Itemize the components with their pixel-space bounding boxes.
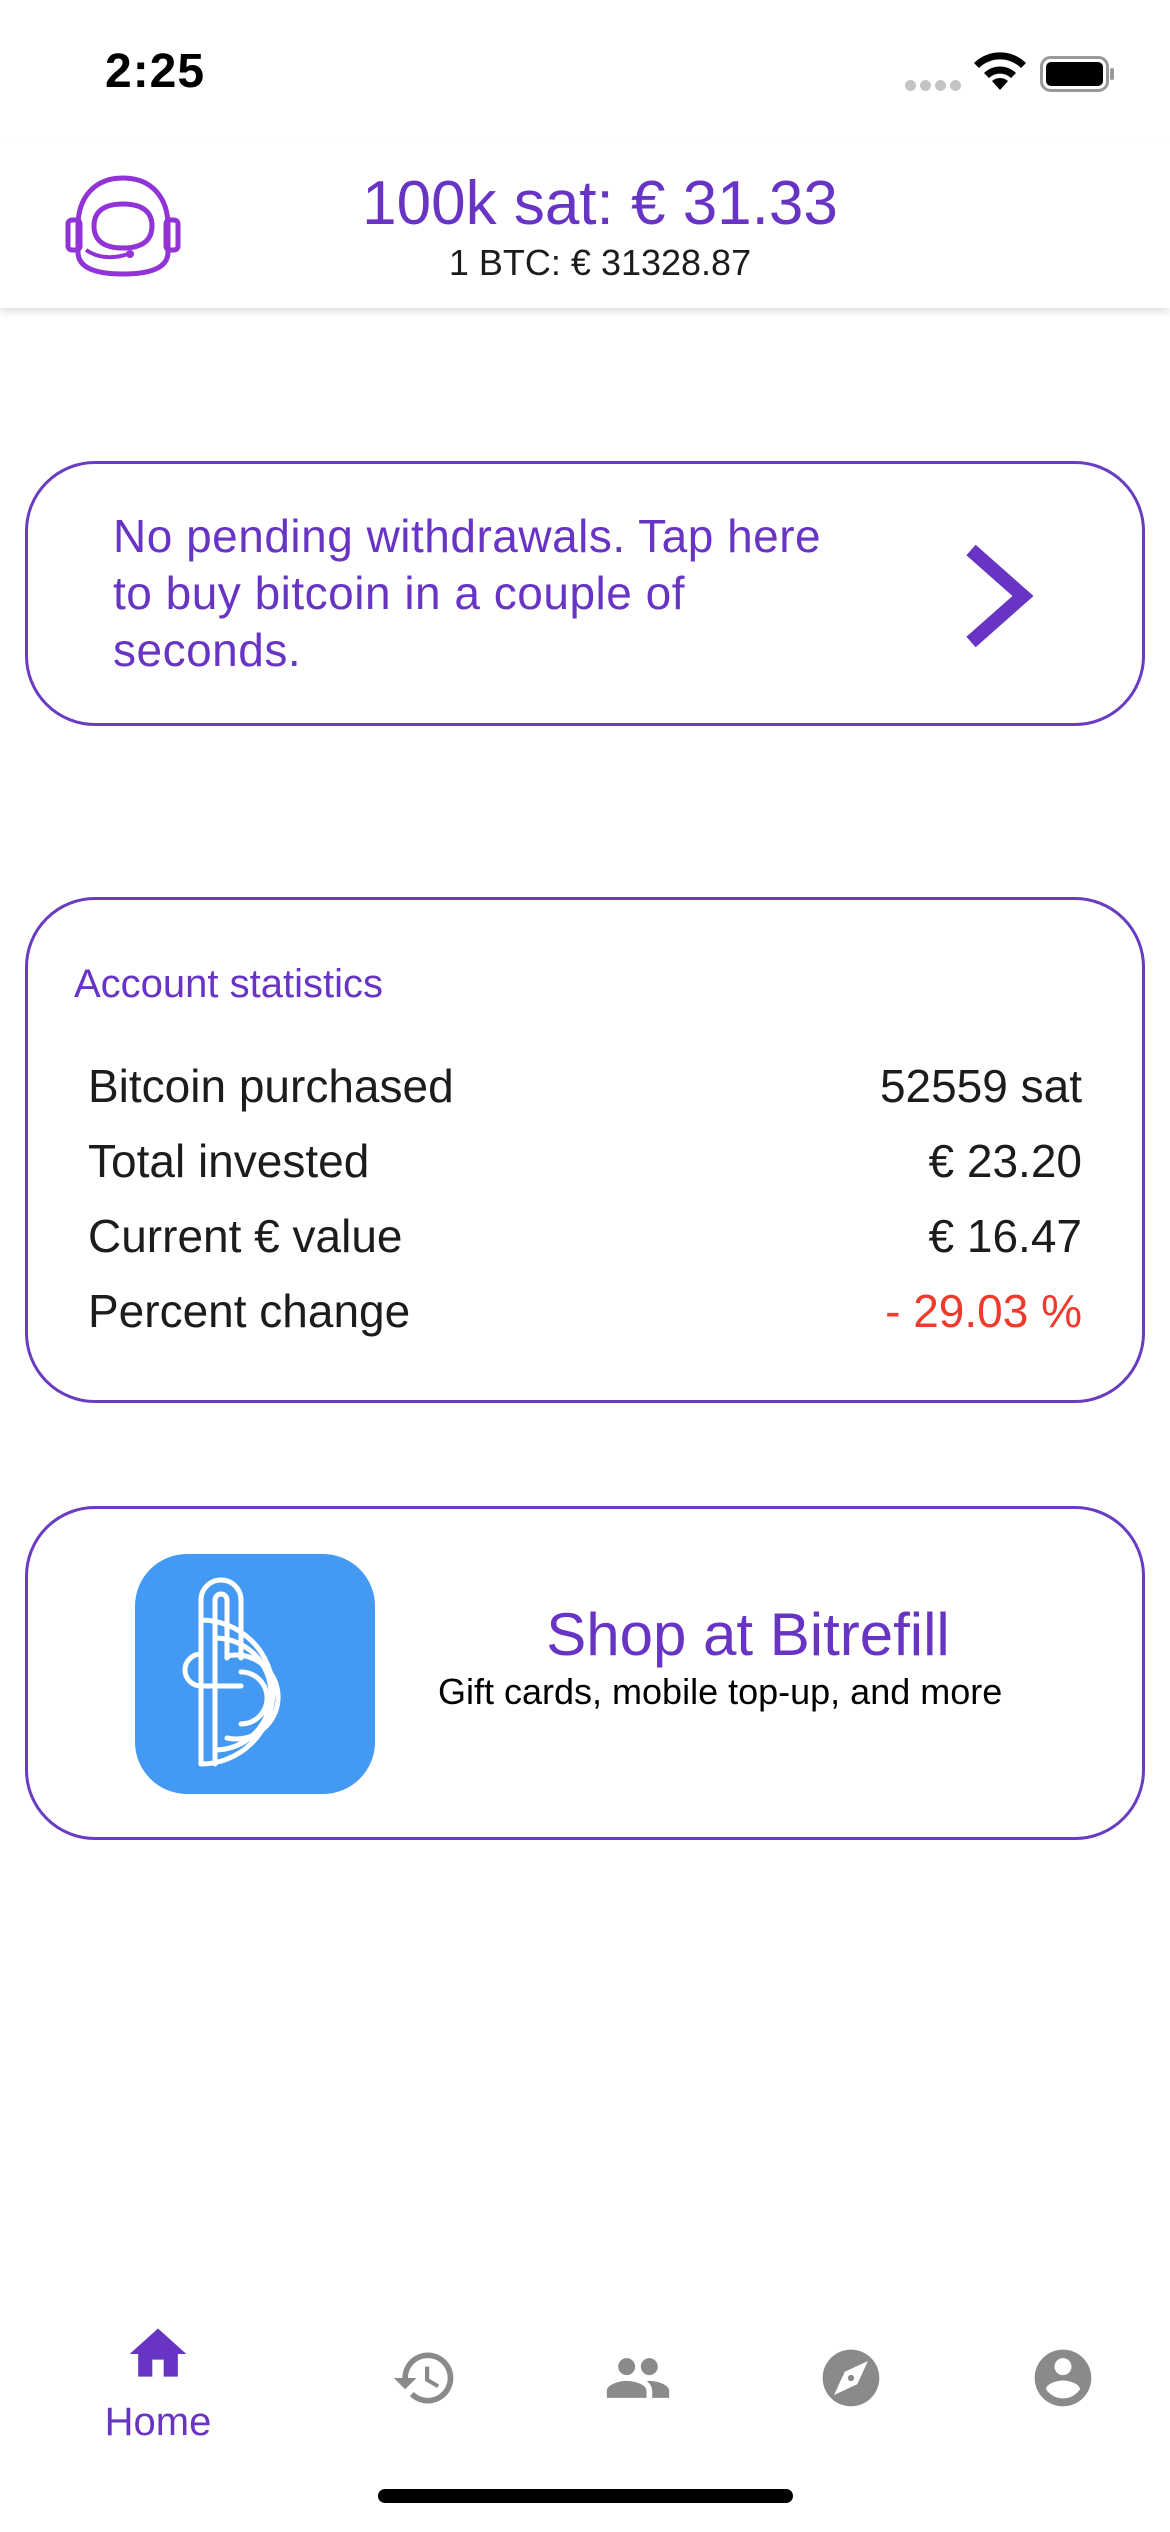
battery-icon (1040, 56, 1114, 92)
percent-change-value: - 29.03 % (885, 1284, 1082, 1337)
compass-icon (822, 2349, 880, 2407)
tab-home[interactable]: Home (88, 2320, 228, 2460)
bitrefill-logo-icon (135, 1554, 375, 1794)
tab-explore[interactable] (781, 2320, 921, 2460)
sat-price: 100k sat: € 31.33 (362, 169, 838, 238)
stat-row: Current € value € 16.47 (88, 1198, 1082, 1273)
stat-label: Bitcoin purchased (88, 1059, 454, 1112)
home-screen: 2:25 100k sat: € 31.33 1 BTC: € 31328.87 (0, 0, 1170, 2532)
stat-value: € 16.47 (928, 1209, 1082, 1262)
shop-title: Shop at Bitrefill (546, 1601, 950, 1668)
stat-row: Total invested € 23.20 (88, 1123, 1082, 1198)
pending-withdrawals-text: No pending withdrawals. Tap here to buy … (113, 510, 822, 676)
stat-row: Bitcoin purchased 52559 sat (88, 1048, 1082, 1123)
home-icon (129, 2328, 187, 2377)
stat-label: Current € value (88, 1209, 403, 1262)
status-bar: 2:25 (0, 0, 1170, 140)
tab-home-label: Home (104, 2400, 212, 2444)
cellular-signal-icon (905, 80, 961, 94)
chevron-right-icon (966, 544, 1034, 648)
account-circle-icon (1034, 2349, 1092, 2407)
tab-account[interactable] (993, 2320, 1133, 2460)
shop-subtitle: Gift cards, mobile top-up, and more (438, 1671, 1003, 1712)
tab-people[interactable] (568, 2320, 708, 2460)
stat-value: € 23.20 (928, 1134, 1082, 1187)
buy-bitcoin-card[interactable]: No pending withdrawals. Tap here to buy … (25, 461, 1145, 726)
stat-label: Total invested (88, 1134, 370, 1187)
wifi-icon (974, 52, 1026, 90)
history-icon (393, 2352, 454, 2404)
app-header: 100k sat: € 31.33 1 BTC: € 31328.87 (0, 140, 1170, 308)
status-time: 2:25 (105, 45, 206, 98)
bitrefill-shop-card[interactable]: Shop at Bitrefill Gift cards, mobile top… (25, 1506, 1145, 1840)
account-statistics-card: Account statistics Bitcoin purchased 525… (25, 897, 1145, 1403)
statistics-list: Bitcoin purchased 52559 sat Total invest… (88, 1048, 1082, 1348)
stat-value: 52559 sat (879, 1059, 1082, 1112)
stat-row: Percent change - 29.03 % (88, 1273, 1082, 1348)
people-icon (606, 2358, 670, 2398)
tab-history[interactable] (355, 2320, 495, 2460)
home-indicator[interactable] (378, 2489, 793, 2503)
btc-price: 1 BTC: € 31328.87 (448, 242, 752, 283)
account-statistics-title: Account statistics (74, 962, 384, 1006)
stat-label: Percent change (88, 1284, 411, 1337)
